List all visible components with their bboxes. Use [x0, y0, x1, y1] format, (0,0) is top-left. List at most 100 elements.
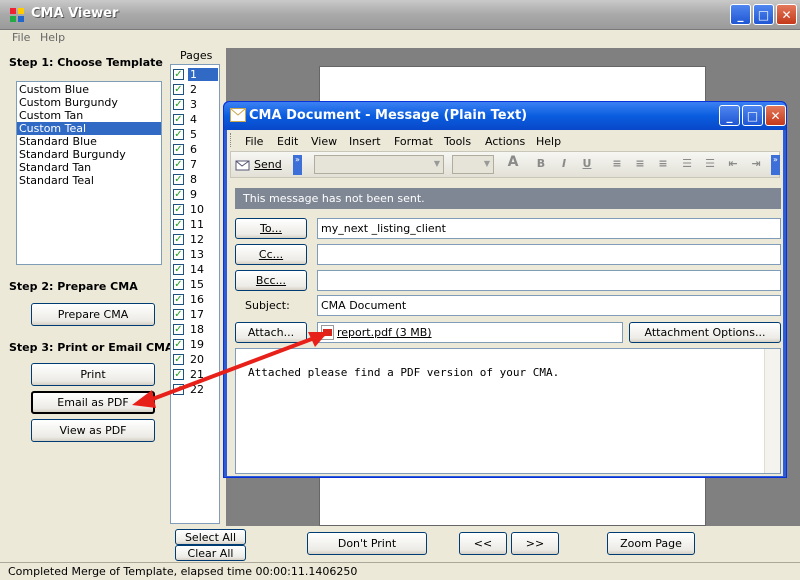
align-left-icon[interactable]: ≡: [609, 157, 625, 173]
page-checkbox-row[interactable]: ✓ 11: [173, 217, 219, 232]
checkbox-checked-icon[interactable]: ✓: [173, 264, 184, 275]
view-pdf-button[interactable]: View as PDF: [31, 419, 155, 442]
page-checkbox-row[interactable]: ✓ 15: [173, 277, 219, 292]
select-all-button[interactable]: Select All: [175, 529, 246, 545]
minimize-button[interactable]: _: [730, 4, 751, 25]
print-button[interactable]: Print: [31, 363, 155, 386]
checkbox-checked-icon[interactable]: ✓: [173, 279, 184, 290]
message-minimize-button[interactable]: _: [719, 105, 740, 126]
font-combo[interactable]: ▼: [314, 155, 444, 174]
checkbox-checked-icon[interactable]: ✓: [173, 129, 184, 140]
page-checkbox-row[interactable]: ✓ 6: [173, 142, 219, 157]
scrollbar[interactable]: [764, 349, 780, 473]
zoom-page-button[interactable]: Zoom Page: [607, 532, 695, 555]
attachment-link[interactable]: report.pdf (3 MB): [337, 326, 432, 339]
send-button[interactable]: Send: [235, 156, 287, 173]
page-checkbox-row[interactable]: ✓ 12: [173, 232, 219, 247]
checkbox-checked-icon[interactable]: ✓: [173, 144, 184, 155]
template-item[interactable]: Standard Tan: [17, 161, 161, 174]
msg-menu-edit[interactable]: Edit: [277, 135, 298, 148]
message-maximize-button[interactable]: □: [742, 105, 763, 126]
page-checkbox-row[interactable]: ✓ 10: [173, 202, 219, 217]
page-checkbox-row[interactable]: ✓ 7: [173, 157, 219, 172]
template-item[interactable]: Custom Blue: [17, 83, 161, 96]
message-close-button[interactable]: ✕: [765, 105, 786, 126]
align-right-icon[interactable]: ≡: [655, 157, 671, 173]
bold-icon[interactable]: B: [533, 157, 549, 173]
checkbox-checked-icon[interactable]: ✓: [173, 84, 184, 95]
template-item[interactable]: Standard Blue: [17, 135, 161, 148]
to-field[interactable]: my_next _listing_client: [317, 218, 781, 239]
page-checkbox-row[interactable]: ✓ 16: [173, 292, 219, 307]
page-checkbox-row[interactable]: ✓ 4: [173, 112, 219, 127]
bullets-icon[interactable]: ☰: [679, 157, 695, 173]
template-item[interactable]: Custom Burgundy: [17, 96, 161, 109]
numbering-icon[interactable]: ☰: [702, 157, 718, 173]
font-color-icon[interactable]: A: [505, 154, 521, 170]
maximize-button[interactable]: □: [753, 4, 774, 25]
clear-all-button[interactable]: Clear All: [175, 545, 246, 561]
page-checkbox-row[interactable]: ✓ 2: [173, 82, 219, 97]
page-checkbox-row[interactable]: ✓ 22: [173, 382, 219, 397]
checkbox-checked-icon[interactable]: ✓: [173, 324, 184, 335]
page-checkbox-row[interactable]: ✓ 13: [173, 247, 219, 262]
subject-field[interactable]: CMA Document: [317, 295, 781, 316]
checkbox-checked-icon[interactable]: ✓: [173, 234, 184, 245]
toolbar-overflow-icon[interactable]: »: [293, 155, 302, 175]
checkbox-checked-icon[interactable]: ✓: [173, 294, 184, 305]
template-list[interactable]: Custom Blue Custom Burgundy Custom Tan C…: [16, 81, 162, 265]
checkbox-checked-icon[interactable]: ✓: [173, 114, 184, 125]
attachment-field[interactable]: report.pdf (3 MB): [317, 322, 623, 343]
italic-icon[interactable]: I: [556, 157, 572, 173]
toolbar-overflow-icon[interactable]: »: [771, 155, 780, 175]
page-checkbox-row[interactable]: ✓ 20: [173, 352, 219, 367]
page-checkbox-row[interactable]: ✓ 18: [173, 322, 219, 337]
cc-button[interactable]: Cc...: [235, 244, 307, 265]
cc-field[interactable]: [317, 244, 781, 265]
prev-page-button[interactable]: <<: [459, 532, 507, 555]
attach-button[interactable]: Attach...: [235, 322, 307, 343]
msg-menu-format[interactable]: Format: [394, 135, 433, 148]
checkbox-checked-icon[interactable]: ✓: [173, 384, 184, 395]
next-page-button[interactable]: >>: [511, 532, 559, 555]
checkbox-checked-icon[interactable]: ✓: [173, 204, 184, 215]
email-pdf-button[interactable]: Email as PDF: [31, 391, 155, 414]
decrease-indent-icon[interactable]: ⇤: [725, 157, 741, 173]
page-checkbox-row[interactable]: ✓ 17: [173, 307, 219, 322]
increase-indent-icon[interactable]: ⇥: [748, 157, 764, 173]
msg-menu-view[interactable]: View: [311, 135, 337, 148]
template-item-selected[interactable]: Custom Teal: [17, 122, 161, 135]
checkbox-checked-icon[interactable]: ✓: [173, 159, 184, 170]
checkbox-checked-icon[interactable]: ✓: [173, 339, 184, 350]
template-item[interactable]: Standard Burgundy: [17, 148, 161, 161]
menu-help[interactable]: Help: [40, 31, 65, 44]
checkbox-checked-icon[interactable]: ✓: [173, 189, 184, 200]
page-checkbox-row[interactable]: ✓ 1: [173, 67, 219, 82]
bcc-field[interactable]: [317, 270, 781, 291]
attachment-options-button[interactable]: Attachment Options...: [629, 322, 781, 343]
underline-icon[interactable]: U: [579, 157, 595, 173]
size-combo[interactable]: ▼: [452, 155, 494, 174]
to-button[interactable]: To...: [235, 218, 307, 239]
page-checkbox-row[interactable]: ✓ 19: [173, 337, 219, 352]
prepare-cma-button[interactable]: Prepare CMA: [31, 303, 155, 326]
checkbox-checked-icon[interactable]: ✓: [173, 249, 184, 260]
msg-menu-insert[interactable]: Insert: [349, 135, 381, 148]
checkbox-checked-icon[interactable]: ✓: [173, 369, 184, 380]
dont-print-button[interactable]: Don't Print: [307, 532, 427, 555]
page-checkbox-row[interactable]: ✓ 5: [173, 127, 219, 142]
msg-menu-help[interactable]: Help: [536, 135, 561, 148]
checkbox-checked-icon[interactable]: ✓: [173, 99, 184, 110]
msg-menu-file[interactable]: File: [245, 135, 263, 148]
page-checkbox-row[interactable]: ✓ 14: [173, 262, 219, 277]
bcc-button[interactable]: Bcc...: [235, 270, 307, 291]
checkbox-checked-icon[interactable]: ✓: [173, 309, 184, 320]
checkbox-checked-icon[interactable]: ✓: [173, 219, 184, 230]
template-item[interactable]: Standard Teal: [17, 174, 161, 187]
align-center-icon[interactable]: ≡: [632, 157, 648, 173]
checkbox-checked-icon[interactable]: ✓: [173, 174, 184, 185]
close-button[interactable]: ✕: [776, 4, 797, 25]
page-checkbox-row[interactable]: ✓ 3: [173, 97, 219, 112]
menu-file[interactable]: File: [12, 31, 30, 44]
template-item[interactable]: Custom Tan: [17, 109, 161, 122]
